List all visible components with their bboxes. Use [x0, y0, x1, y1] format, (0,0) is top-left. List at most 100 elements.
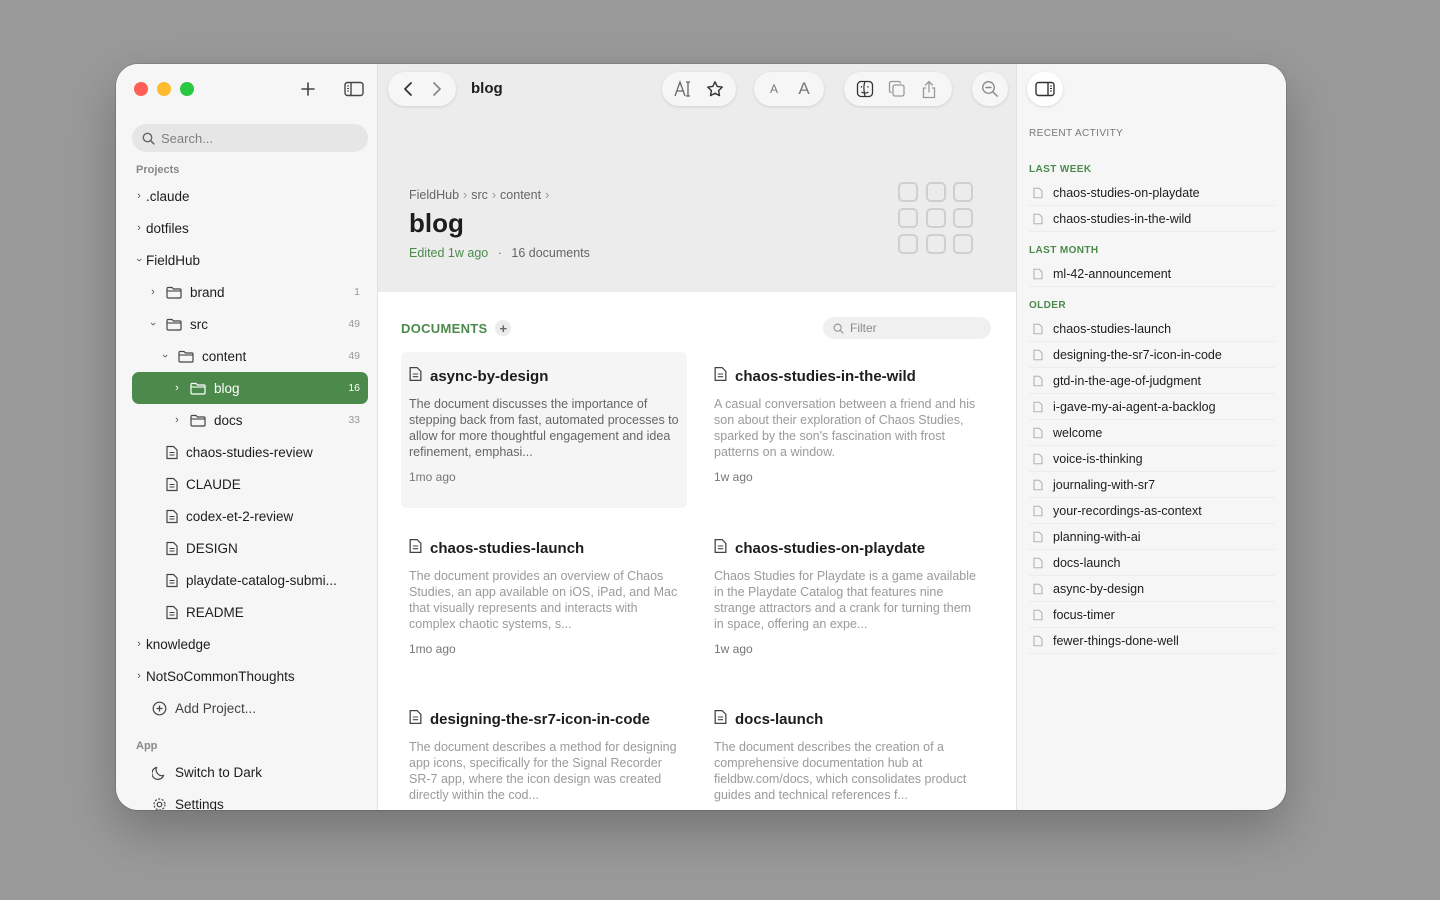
tree-item-blog[interactable]: › blog 16: [132, 372, 368, 404]
recent-item[interactable]: designing-the-sr7-icon-in-code: [1029, 342, 1275, 368]
tree-file-claude[interactable]: CLAUDE: [132, 468, 368, 500]
zoom-group: [972, 72, 1008, 106]
new-item-button[interactable]: [296, 78, 320, 100]
recent-item[interactable]: chaos-studies-in-the-wild: [1029, 206, 1275, 232]
recent-item[interactable]: fewer-things-done-well: [1029, 628, 1275, 654]
recent-item[interactable]: async-by-design: [1029, 576, 1275, 602]
recent-item[interactable]: welcome: [1029, 420, 1275, 446]
tree-item-content[interactable]: › content 49: [132, 340, 368, 372]
document-card[interactable]: docs-launch The document describes the c…: [706, 695, 992, 810]
recent-item[interactable]: journaling-with-sr7: [1029, 472, 1275, 498]
tree-item-label: .claude: [146, 188, 190, 204]
duplicate-button[interactable]: [882, 74, 912, 104]
tree-item-fieldhub[interactable]: › FieldHub: [132, 244, 368, 276]
finder-button[interactable]: [850, 74, 880, 104]
recent-item[interactable]: ml-42-announcement: [1029, 261, 1275, 287]
document-icon: [1033, 479, 1043, 491]
add-document-button[interactable]: +: [495, 320, 512, 336]
window-controls: [134, 82, 194, 96]
tree-file-codex-et-2-review[interactable]: codex-et-2-review: [132, 500, 368, 532]
recent-item[interactable]: gtd-in-the-age-of-judgment: [1029, 368, 1275, 394]
chevron-right-icon[interactable]: ›: [132, 222, 146, 234]
document-card[interactable]: chaos-studies-in-the-wild A casual conve…: [706, 352, 992, 508]
recent-item[interactable]: planning-with-ai: [1029, 524, 1275, 550]
item-count: 49: [348, 318, 360, 330]
increase-font-button[interactable]: A: [790, 74, 818, 104]
search-icon: [833, 323, 844, 334]
tree-item-docs[interactable]: › docs 33: [132, 404, 368, 436]
tree-item-label: NotSoCommonThoughts: [146, 668, 295, 684]
minimize-button[interactable]: [157, 82, 171, 96]
switch-to-dark-button[interactable]: Switch to Dark: [132, 756, 368, 788]
chevron-down-icon[interactable]: ›: [159, 349, 171, 363]
recent-item[interactable]: focus-timer: [1029, 602, 1275, 628]
tree-item-notsocommonthoughts[interactable]: › NotSoCommonThoughts: [132, 660, 368, 692]
recent-item-label: journaling-with-sr7: [1053, 477, 1156, 492]
chevron-right-icon[interactable]: ›: [132, 190, 146, 202]
chevron-down-icon[interactable]: ›: [133, 253, 145, 267]
share-button[interactable]: [914, 74, 944, 104]
chevron-right-icon[interactable]: ›: [170, 414, 184, 426]
document-title: chaos-studies-in-the-wild: [735, 367, 916, 385]
tree-item-brand[interactable]: › brand 1: [132, 276, 368, 308]
tree-item-claude[interactable]: › .claude: [132, 180, 368, 212]
filter-input[interactable]: [850, 321, 980, 335]
zoom-button[interactable]: [180, 82, 194, 96]
recent-item[interactable]: chaos-studies-launch: [1029, 316, 1275, 342]
toggle-inspector-button[interactable]: [1027, 72, 1063, 106]
document-icon: [166, 573, 178, 588]
font-size-group: A A: [754, 72, 824, 106]
main-content: blog A A FieldHub › src › content › blog…: [378, 64, 1016, 810]
tree-item-knowledge[interactable]: › knowledge: [132, 628, 368, 660]
folder-icon: [190, 414, 206, 427]
decrease-font-button[interactable]: A: [760, 74, 788, 104]
document-icon: [166, 445, 178, 460]
chevron-right-icon[interactable]: ›: [170, 382, 184, 394]
recent-item-label: fewer-things-done-well: [1053, 633, 1179, 648]
recent-item-label: chaos-studies-launch: [1053, 321, 1172, 336]
recent-item[interactable]: voice-is-thinking: [1029, 446, 1275, 472]
tree-file-chaos-studies-review[interactable]: chaos-studies-review: [132, 436, 368, 468]
chevron-right-icon[interactable]: ›: [132, 670, 146, 682]
search-input[interactable]: [161, 130, 351, 146]
document-card[interactable]: async-by-design The document discusses t…: [401, 352, 687, 508]
document-card[interactable]: chaos-studies-on-playdate Chaos Studies …: [706, 524, 992, 680]
close-button[interactable]: [134, 82, 148, 96]
folder-meta: Edited 1w ago · 16 documents: [409, 246, 590, 260]
chevron-right-icon[interactable]: ›: [146, 286, 160, 298]
tree-file-playdate-catalog[interactable]: playdate-catalog-submi...: [132, 564, 368, 596]
tree-item-src[interactable]: › src 49: [132, 308, 368, 340]
tree-file-readme[interactable]: README: [132, 596, 368, 628]
group-label: LAST WEEK: [1029, 164, 1092, 175]
chevron-right-icon[interactable]: ›: [132, 638, 146, 650]
recent-item[interactable]: docs-launch: [1029, 550, 1275, 576]
toggle-sidebar-button[interactable]: [342, 78, 366, 100]
settings-button[interactable]: Settings: [132, 788, 368, 810]
chevron-down-icon[interactable]: ›: [147, 317, 159, 331]
forward-button[interactable]: [423, 74, 450, 104]
search-bar[interactable]: [132, 124, 368, 152]
item-count: 16: [348, 382, 360, 394]
document-card[interactable]: chaos-studies-launch The document provid…: [401, 524, 687, 680]
favorite-button[interactable]: [700, 74, 730, 104]
recent-item[interactable]: i-gave-my-ai-agent-a-backlog: [1029, 394, 1275, 420]
document-card[interactable]: designing-the-sr7-icon-in-code The docum…: [401, 695, 687, 810]
zoom-out-button[interactable]: [975, 74, 1005, 104]
tree-item-label: knowledge: [146, 636, 211, 652]
recent-item-label: docs-launch: [1053, 555, 1121, 570]
document-title: designing-the-sr7-icon-in-code: [430, 710, 651, 728]
ai-text-button[interactable]: [668, 74, 698, 104]
tree-item-dotfiles[interactable]: › dotfiles: [132, 212, 368, 244]
add-project-button[interactable]: Add Project...: [132, 692, 368, 724]
breadcrumb-item[interactable]: content: [500, 188, 541, 202]
recent-item[interactable]: your-recordings-as-context: [1029, 498, 1275, 524]
filter-bar[interactable]: [823, 317, 991, 339]
tree-file-design[interactable]: DESIGN: [132, 532, 368, 564]
breadcrumb-item[interactable]: FieldHub: [409, 188, 459, 202]
recent-item[interactable]: chaos-studies-on-playdate: [1029, 180, 1275, 206]
breadcrumb-item[interactable]: src: [471, 188, 488, 202]
finder-icon: [856, 80, 874, 98]
document-icon: [409, 366, 422, 386]
tree-item-label: dotfiles: [146, 220, 189, 236]
back-button[interactable]: [394, 74, 421, 104]
